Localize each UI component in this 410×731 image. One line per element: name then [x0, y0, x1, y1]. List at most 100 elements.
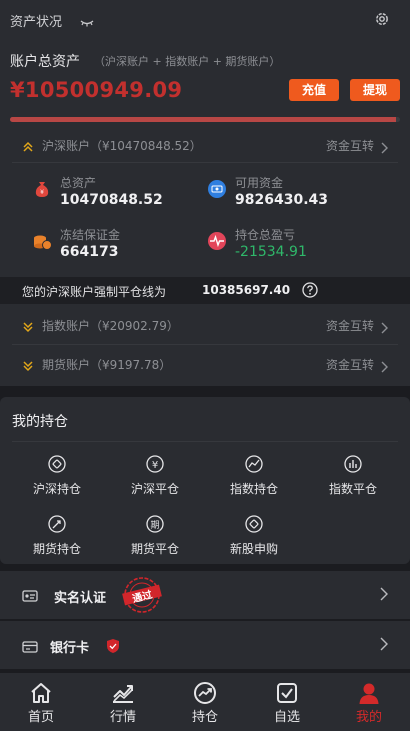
bank-card-icon	[22, 638, 38, 657]
index-account-row[interactable]: 指数账户（¥20902.79） 资金互转	[0, 306, 410, 344]
index-position-icon	[245, 455, 263, 473]
tab-holdings[interactable]: 持仓	[164, 673, 246, 731]
warning-value: 10385697.40	[202, 283, 291, 297]
stat-label: 持仓总盈亏	[235, 228, 296, 242]
stat-available-funds: 可用资金 9826430.43	[207, 174, 387, 214]
chevron-right-icon[interactable]	[379, 636, 388, 655]
real-name-verify-row[interactable]: 实名认证 通过	[0, 571, 410, 619]
holding-label: 期货持仓	[32, 542, 81, 556]
page-title: 资产状况	[10, 15, 63, 30]
settings-gear-icon[interactable]	[374, 11, 390, 31]
svg-text:期: 期	[150, 520, 159, 531]
stat-value: -21534.91	[235, 244, 307, 260]
chevron-right-icon[interactable]	[380, 319, 388, 338]
total-assets-subtitle: （沪深账户 + 指数账户 + 期货账户）	[94, 55, 281, 68]
futures-account-name: 期货账户（¥9197.78）	[42, 358, 172, 372]
shsz-closed-icon: ¥	[146, 455, 164, 473]
futures-position-icon	[48, 515, 66, 533]
futures-account-row[interactable]: 期货账户（¥9197.78） 资金互转	[0, 345, 410, 383]
bank-card-row[interactable]: 银行卡	[0, 621, 410, 669]
collapse-chevron-icon[interactable]	[22, 138, 34, 157]
tab-label: 行情	[109, 710, 136, 725]
home-icon	[31, 683, 51, 703]
verified-stamp-icon: 通过	[120, 575, 164, 619]
id-card-icon	[22, 588, 38, 607]
shsz-account-card: 沪深账户（¥10470848.52） 资金互转 ¥ 总资产 10470848.5…	[0, 132, 410, 277]
tab-market[interactable]: 行情	[82, 673, 164, 731]
holding-label: 指数持仓	[229, 482, 278, 496]
svg-text:¥: ¥	[40, 189, 44, 196]
holding-ipo-subscribe[interactable]: 新股申购	[209, 514, 299, 560]
shsz-position-icon	[48, 455, 66, 473]
index-transfer-link[interactable]: 资金互转	[326, 317, 374, 334]
stat-total-pnl: 持仓总盈亏 -21534.91	[207, 226, 387, 266]
bottom-tab-bar: 首页 行情 持仓 自选 我的	[0, 673, 410, 731]
holding-label: 沪深持仓	[32, 482, 81, 496]
withdraw-button[interactable]: 提现	[350, 79, 400, 101]
stat-value: 9826430.43	[235, 192, 328, 208]
futures-transfer-link[interactable]: 资金互转	[326, 356, 374, 373]
holdings-icon	[194, 682, 216, 704]
holding-shsz-closed[interactable]: ¥ 沪深平仓	[110, 454, 200, 500]
holding-index-position[interactable]: 指数持仓	[209, 454, 299, 500]
holding-label: 沪深平仓	[130, 482, 179, 496]
tab-label: 持仓	[191, 710, 218, 725]
my-holdings-panel: 我的持仓 沪深持仓 ¥ 沪深平仓 指数持仓 指数平仓 期货持仓 期 期货平仓 新…	[0, 397, 410, 564]
shsz-transfer-link[interactable]: 资金互转	[326, 137, 374, 154]
pulse-icon	[208, 232, 226, 250]
profile-icon	[359, 683, 379, 704]
money-bag-icon: ¥	[35, 182, 49, 197]
stat-label: 总资产	[60, 176, 97, 190]
bank-card-label: 银行卡	[50, 641, 90, 656]
chevron-right-icon[interactable]	[379, 586, 388, 605]
shield-badge-icon	[106, 638, 120, 658]
holding-shsz-position[interactable]: 沪深持仓	[12, 454, 102, 500]
assets-progress-bar	[10, 117, 400, 122]
holding-futures-position[interactable]: 期货持仓	[12, 514, 102, 560]
shsz-account-name: 沪深账户（¥10470848.52）	[42, 139, 202, 153]
svg-text:¥: ¥	[152, 460, 158, 471]
tab-label: 自选	[273, 710, 300, 725]
shsz-account-row[interactable]: 沪深账户（¥10470848.52） 资金互转	[0, 126, 410, 164]
holding-futures-closed[interactable]: 期 期货平仓	[110, 514, 200, 560]
hide-eye-icon[interactable]	[80, 13, 94, 32]
index-account-name: 指数账户（¥20902.79）	[42, 319, 179, 333]
holding-label: 新股申购	[229, 542, 278, 556]
tab-home[interactable]: 首页	[0, 673, 82, 731]
deposit-button[interactable]: 充值	[289, 79, 339, 101]
stat-frozen-margin: 冻结保证金 664173	[32, 226, 212, 266]
tab-label: 我的	[355, 710, 382, 725]
available-funds-icon	[208, 180, 226, 198]
real-name-verify-label: 实名认证	[54, 591, 107, 606]
stat-label: 冻结保证金	[60, 228, 121, 242]
assets-progress-fill	[10, 117, 397, 122]
chevron-right-icon[interactable]	[380, 139, 388, 158]
ipo-subscribe-icon	[245, 515, 263, 533]
help-question-icon[interactable]	[302, 282, 318, 302]
tab-label: 首页	[27, 710, 54, 725]
total-assets-panel: 账户总资产 （沪深账户 + 指数账户 + 期货账户） ¥10500949.09 …	[0, 40, 410, 132]
market-icon	[113, 685, 133, 703]
chevron-right-icon[interactable]	[380, 358, 388, 377]
index-closed-icon	[344, 455, 362, 473]
tab-favorites[interactable]: 自选	[246, 673, 328, 731]
holding-index-closed[interactable]: 指数平仓	[308, 454, 398, 500]
holdings-title: 我的持仓	[12, 414, 68, 430]
stat-value: 10470848.52	[60, 192, 163, 208]
stat-value: 664173	[60, 244, 119, 260]
total-assets-label: 账户总资产	[10, 54, 80, 70]
coins-icon	[34, 235, 52, 250]
stat-total-assets: ¥ 总资产 10470848.52	[32, 174, 212, 214]
futures-closed-icon: 期	[146, 515, 164, 533]
expand-chevron-icon[interactable]	[22, 357, 34, 376]
holding-label: 期货平仓	[130, 542, 179, 556]
tab-profile[interactable]: 我的	[328, 673, 410, 731]
favorites-icon	[277, 683, 297, 703]
expand-chevron-icon[interactable]	[22, 318, 34, 337]
total-assets-value: ¥10500949.09	[10, 78, 183, 102]
top-bar: 资产状况	[0, 0, 410, 40]
other-accounts-card: 指数账户（¥20902.79） 资金互转 期货账户（¥9197.78） 资金互转	[0, 304, 410, 386]
stat-label: 可用资金	[235, 176, 284, 190]
liquidation-warning: 您的沪深账户强制平仓线为 10385697.40	[0, 277, 410, 304]
warning-text: 您的沪深账户强制平仓线为	[22, 285, 167, 299]
